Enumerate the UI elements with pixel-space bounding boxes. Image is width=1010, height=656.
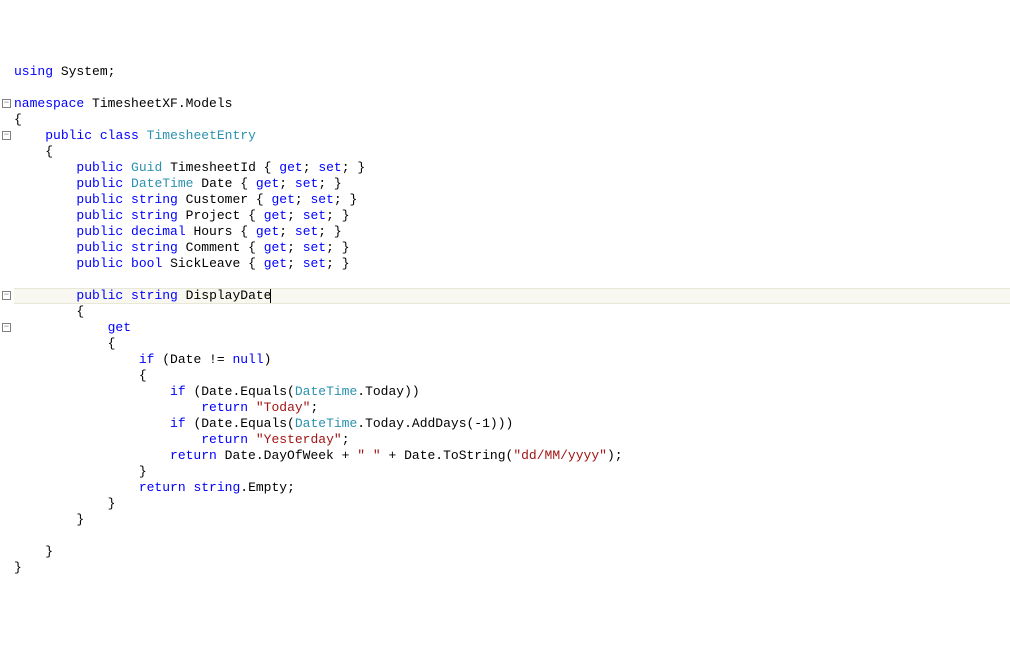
code-line[interactable]: } [14, 464, 1010, 480]
code-line[interactable]: { [14, 144, 1010, 160]
code-line[interactable]: using System; [14, 64, 1010, 80]
fold-toggle-icon[interactable]: − [2, 291, 11, 300]
code-line[interactable]: public decimal Hours { get; set; } [14, 224, 1010, 240]
code-editor[interactable]: − − − − using System; namespace TimesheetXF.… [0, 64, 1010, 576]
code-line[interactable]: public string Project { get; set; } [14, 208, 1010, 224]
code-line[interactable]: } [14, 512, 1010, 528]
code-line[interactable]: { [14, 112, 1010, 128]
code-line[interactable]: } [14, 560, 1010, 576]
code-line[interactable]: namespace TimesheetXF.Models [14, 96, 1010, 112]
code-line[interactable]: return string.Empty; [14, 480, 1010, 496]
code-line[interactable] [14, 528, 1010, 544]
code-line[interactable]: { [14, 336, 1010, 352]
code-line[interactable]: public class TimesheetEntry [14, 128, 1010, 144]
code-line[interactable]: if (Date != null) [14, 352, 1010, 368]
code-line[interactable]: public Guid TimesheetId { get; set; } [14, 160, 1010, 176]
code-line[interactable]: } [14, 544, 1010, 560]
code-line[interactable]: { [14, 368, 1010, 384]
text-cursor [270, 289, 271, 303]
code-line[interactable]: public DateTime Date { get; set; } [14, 176, 1010, 192]
fold-toggle-icon[interactable]: − [2, 99, 11, 108]
code-line[interactable]: public bool SickLeave { get; set; } [14, 256, 1010, 272]
code-line[interactable]: public string Customer { get; set; } [14, 192, 1010, 208]
code-line[interactable]: { [14, 304, 1010, 320]
fold-toggle-icon[interactable]: − [2, 131, 11, 140]
code-line[interactable]: public string Comment { get; set; } [14, 240, 1010, 256]
code-line[interactable]: return "Today"; [14, 400, 1010, 416]
code-line[interactable] [14, 80, 1010, 96]
code-line[interactable]: public string DisplayDate [14, 288, 1010, 304]
code-line[interactable] [14, 272, 1010, 288]
code-line[interactable]: } [14, 496, 1010, 512]
fold-gutter: − − − − [0, 64, 14, 576]
code-line[interactable]: return Date.DayOfWeek + " " + Date.ToStr… [14, 448, 1010, 464]
code-line[interactable]: if (Date.Equals(DateTime.Today.AddDays(-… [14, 416, 1010, 432]
code-line[interactable]: get [14, 320, 1010, 336]
code-line[interactable]: if (Date.Equals(DateTime.Today)) [14, 384, 1010, 400]
fold-toggle-icon[interactable]: − [2, 323, 11, 332]
code-area[interactable]: using System; namespace TimesheetXF.Model… [14, 64, 1010, 576]
code-line[interactable]: return "Yesterday"; [14, 432, 1010, 448]
